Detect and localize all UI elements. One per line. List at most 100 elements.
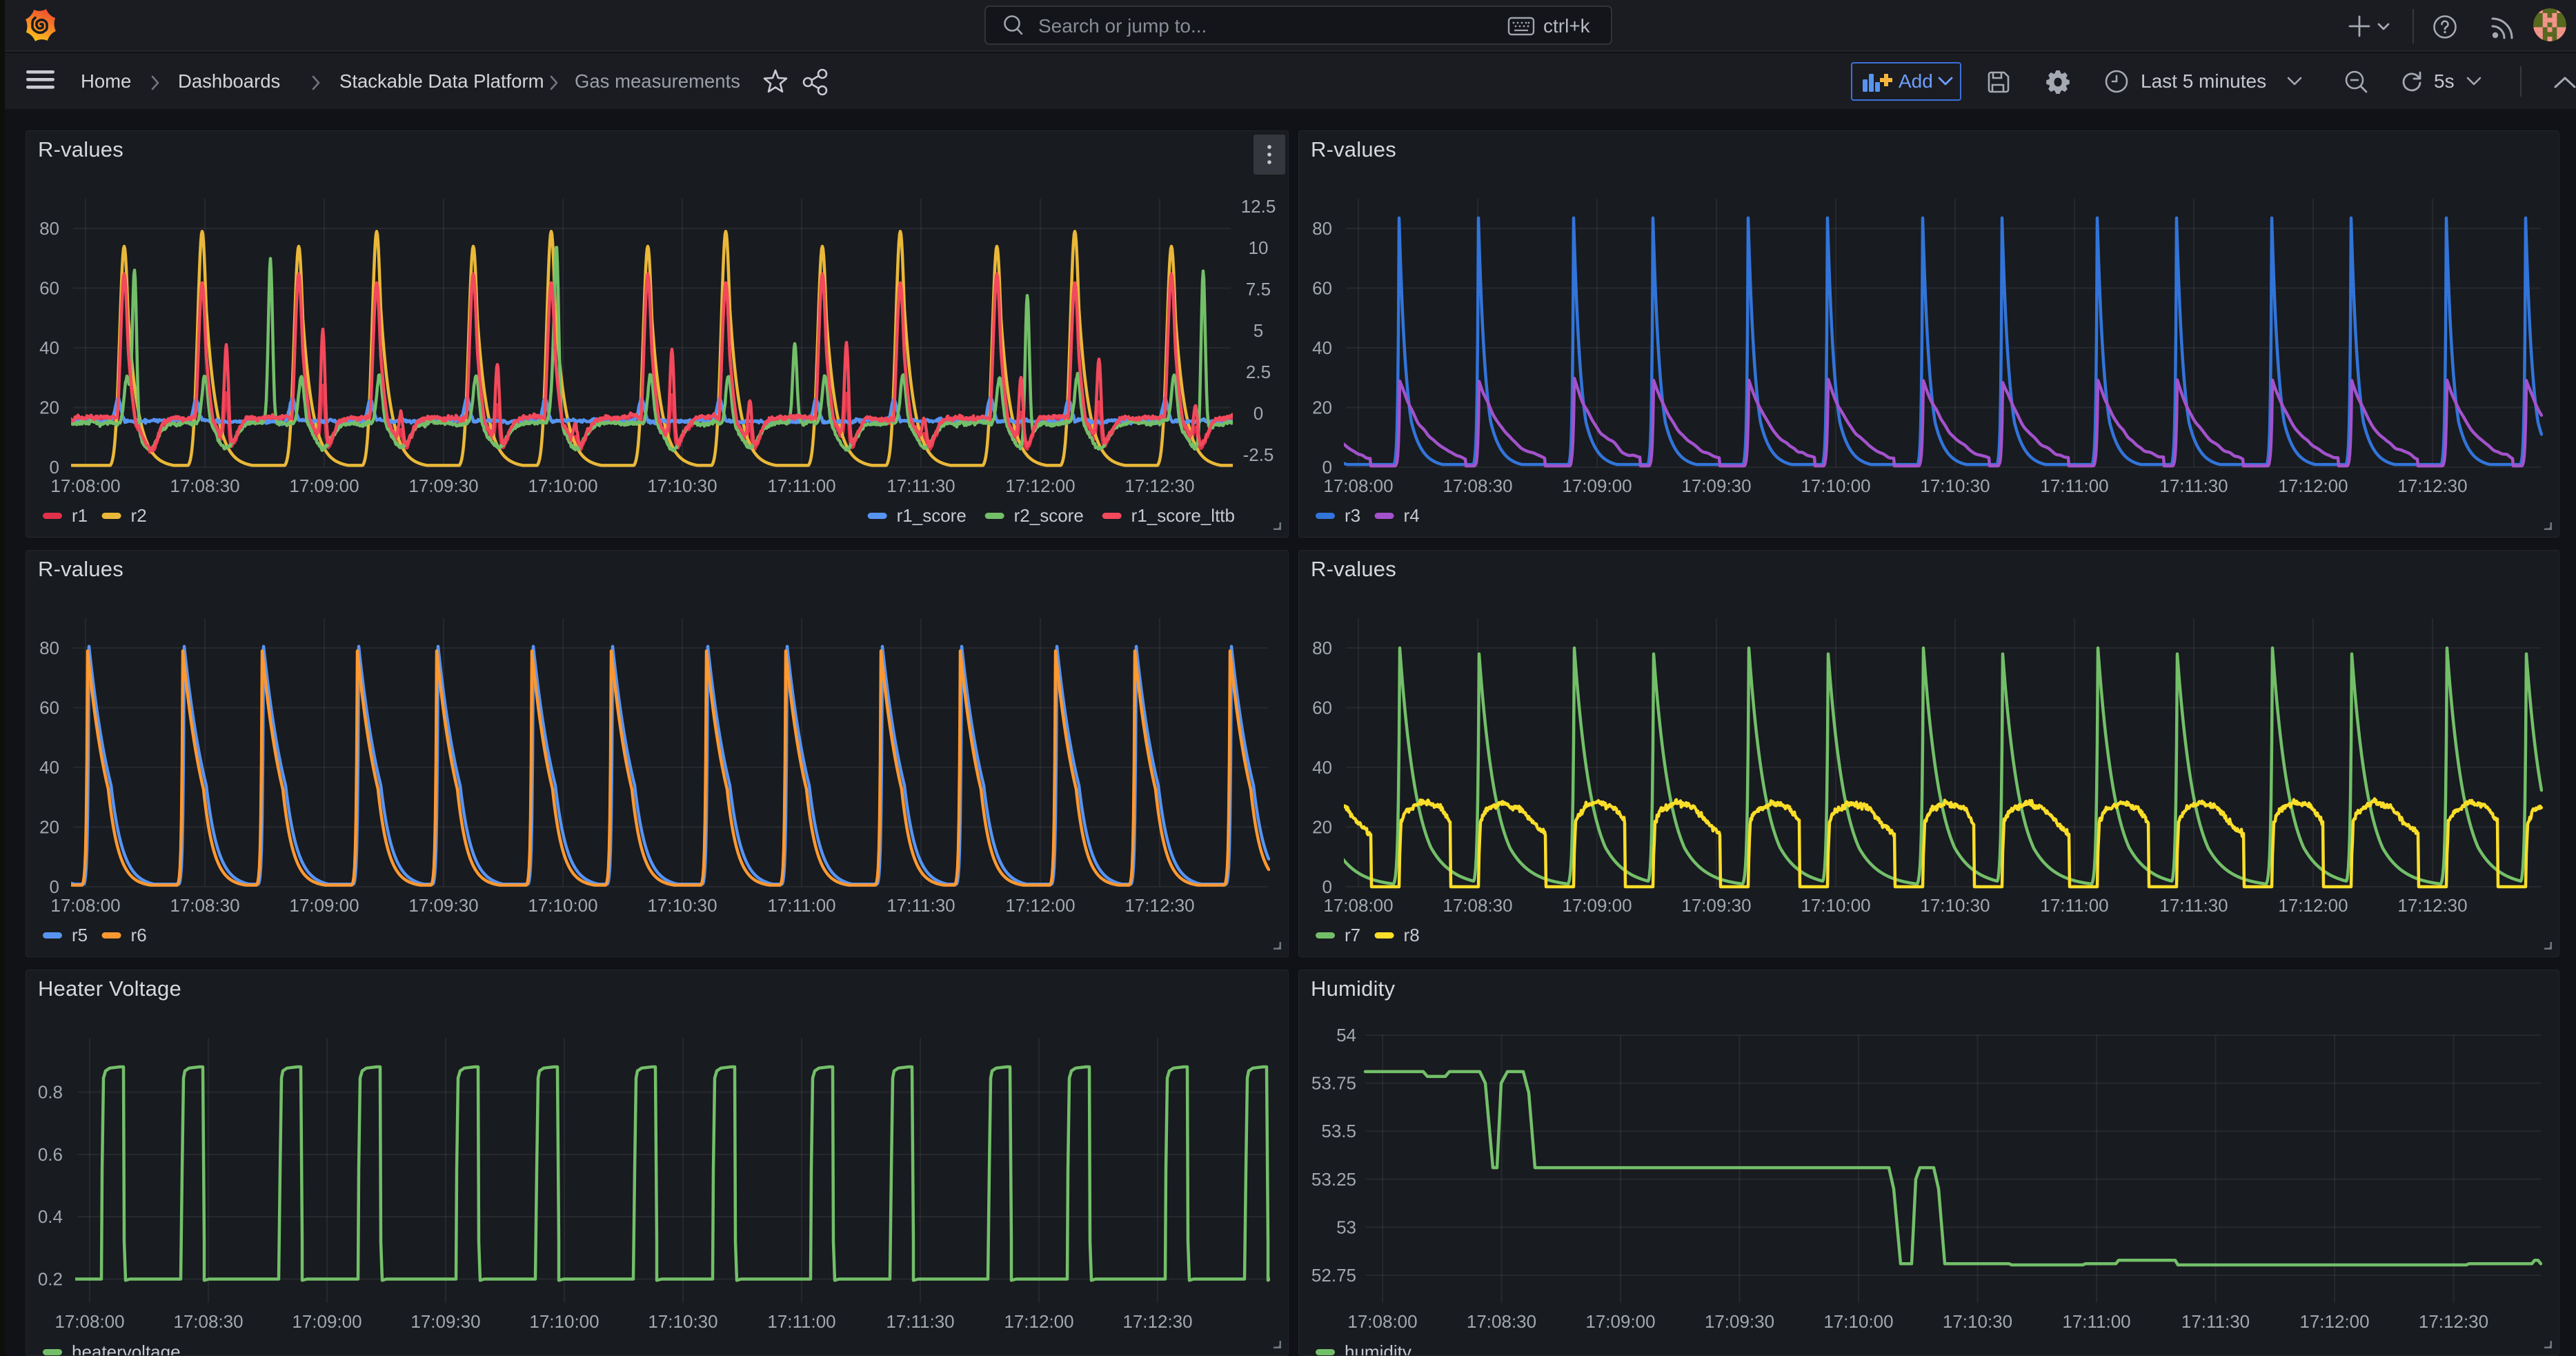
svg-text:17:11:30: 17:11:30 (2181, 1311, 2250, 1332)
svg-text:17:09:30: 17:09:30 (1705, 1311, 1774, 1332)
svg-text:r4: r4 (1404, 505, 1420, 526)
svg-text:17:11:00: 17:11:00 (2040, 895, 2108, 916)
svg-text:17:10:30: 17:10:30 (1920, 475, 1990, 496)
svg-text:17:08:00: 17:08:00 (1347, 1311, 1417, 1332)
svg-text:0.2: 0.2 (38, 1269, 63, 1290)
svg-text:17:08:30: 17:08:30 (1467, 1311, 1536, 1332)
svg-text:r7: r7 (1345, 925, 1360, 945)
svg-text:17:11:30: 17:11:30 (2159, 475, 2228, 496)
svg-text:0: 0 (1254, 403, 1263, 424)
svg-text:17:08:00: 17:08:00 (50, 475, 120, 496)
svg-text:17:10:30: 17:10:30 (1943, 1311, 2012, 1332)
svg-text:17:09:30: 17:09:30 (1681, 895, 1751, 916)
svg-text:17:08:30: 17:08:30 (170, 475, 239, 496)
svg-text:17:09:00: 17:09:00 (1562, 475, 1632, 496)
svg-text:60: 60 (39, 698, 59, 718)
svg-text:r1_score: r1_score (897, 505, 967, 526)
svg-text:20: 20 (39, 817, 59, 838)
svg-text:40: 40 (39, 337, 59, 358)
svg-text:17:12:00: 17:12:00 (1005, 895, 1075, 916)
svg-text:17:10:30: 17:10:30 (647, 895, 717, 916)
svg-text:17:12:00: 17:12:00 (2278, 475, 2348, 496)
svg-text:17:10:00: 17:10:00 (529, 1311, 599, 1332)
svg-text:17:09:00: 17:09:00 (289, 475, 359, 496)
svg-text:17:12:30: 17:12:30 (1122, 1311, 1192, 1332)
svg-text:r1_score_lttb: r1_score_lttb (1131, 505, 1235, 526)
svg-text:17:11:00: 17:11:00 (2062, 1311, 2130, 1332)
svg-text:17:08:30: 17:08:30 (1443, 895, 1512, 916)
svg-text:53: 53 (1336, 1217, 1356, 1237)
svg-text:r2_score: r2_score (1014, 505, 1084, 526)
svg-text:0.8: 0.8 (38, 1082, 63, 1103)
svg-text:17:12:30: 17:12:30 (2397, 895, 2467, 916)
svg-text:17:08:00: 17:08:00 (1323, 895, 1393, 916)
svg-text:17:11:00: 17:11:00 (767, 475, 835, 496)
svg-text:80: 80 (1312, 638, 1332, 658)
svg-text:17:12:00: 17:12:00 (2299, 1311, 2369, 1332)
svg-text:17:09:30: 17:09:30 (1681, 475, 1751, 496)
svg-text:2.5: 2.5 (1246, 362, 1271, 382)
svg-text:r2: r2 (131, 505, 147, 526)
svg-text:17:11:30: 17:11:30 (886, 475, 955, 496)
svg-text:20: 20 (1312, 817, 1332, 838)
svg-text:17:10:00: 17:10:00 (1823, 1311, 1893, 1332)
svg-text:80: 80 (39, 638, 59, 658)
svg-text:17:09:30: 17:09:30 (408, 475, 478, 496)
svg-text:40: 40 (1312, 337, 1332, 358)
svg-text:r3: r3 (1345, 505, 1360, 526)
svg-text:0: 0 (50, 457, 59, 478)
svg-text:r6: r6 (131, 925, 147, 945)
svg-text:humidity: humidity (1345, 1342, 1411, 1356)
svg-text:17:10:30: 17:10:30 (647, 475, 717, 496)
svg-text:r5: r5 (72, 925, 88, 945)
svg-text:54: 54 (1336, 1025, 1356, 1045)
svg-text:7.5: 7.5 (1246, 279, 1271, 299)
svg-text:17:08:00: 17:08:00 (1323, 475, 1393, 496)
svg-text:0.6: 0.6 (38, 1144, 63, 1165)
svg-text:17:08:30: 17:08:30 (173, 1311, 243, 1332)
svg-text:17:12:30: 17:12:30 (2419, 1311, 2488, 1332)
svg-text:40: 40 (1312, 757, 1332, 778)
svg-text:17:11:00: 17:11:00 (2040, 475, 2108, 496)
svg-text:52.75: 52.75 (1311, 1265, 1356, 1286)
svg-text:17:10:00: 17:10:00 (1801, 475, 1870, 496)
svg-text:60: 60 (1312, 698, 1332, 718)
svg-text:17:12:30: 17:12:30 (1124, 895, 1194, 916)
svg-text:40: 40 (39, 757, 59, 778)
svg-text:17:08:00: 17:08:00 (50, 895, 120, 916)
svg-text:17:08:30: 17:08:30 (170, 895, 239, 916)
svg-text:17:11:30: 17:11:30 (886, 895, 955, 916)
svg-text:17:11:00: 17:11:00 (767, 895, 835, 916)
svg-text:60: 60 (39, 278, 59, 299)
svg-text:17:09:30: 17:09:30 (408, 895, 478, 916)
svg-text:17:12:00: 17:12:00 (2278, 895, 2348, 916)
svg-text:5: 5 (1254, 320, 1263, 341)
svg-text:17:12:00: 17:12:00 (1005, 475, 1075, 496)
svg-text:17:10:00: 17:10:00 (528, 475, 597, 496)
svg-text:12.5: 12.5 (1241, 196, 1276, 217)
svg-text:0: 0 (1322, 457, 1332, 478)
svg-text:53.75: 53.75 (1311, 1073, 1356, 1094)
svg-text:17:11:00: 17:11:00 (767, 1311, 835, 1332)
svg-text:r1: r1 (72, 505, 88, 526)
svg-text:53.25: 53.25 (1311, 1169, 1356, 1190)
svg-text:-2.5: -2.5 (1243, 444, 1274, 465)
svg-text:17:11:30: 17:11:30 (886, 1311, 954, 1332)
svg-text:80: 80 (1312, 218, 1332, 239)
svg-text:17:10:00: 17:10:00 (528, 895, 597, 916)
svg-text:17:09:00: 17:09:00 (292, 1311, 361, 1332)
svg-text:r8: r8 (1404, 925, 1420, 945)
svg-text:80: 80 (39, 218, 59, 239)
svg-text:17:10:00: 17:10:00 (1801, 895, 1870, 916)
svg-text:0: 0 (50, 876, 59, 897)
svg-text:0: 0 (1322, 876, 1332, 897)
svg-text:17:08:30: 17:08:30 (1443, 475, 1512, 496)
svg-text:17:09:30: 17:09:30 (410, 1311, 480, 1332)
svg-text:17:12:30: 17:12:30 (1124, 475, 1194, 496)
svg-text:heatervoltage: heatervoltage (72, 1342, 181, 1356)
svg-text:17:08:00: 17:08:00 (55, 1311, 124, 1332)
svg-text:60: 60 (1312, 278, 1332, 299)
svg-text:10: 10 (1249, 237, 1269, 258)
svg-text:17:10:30: 17:10:30 (1920, 895, 1990, 916)
svg-text:20: 20 (39, 397, 59, 418)
